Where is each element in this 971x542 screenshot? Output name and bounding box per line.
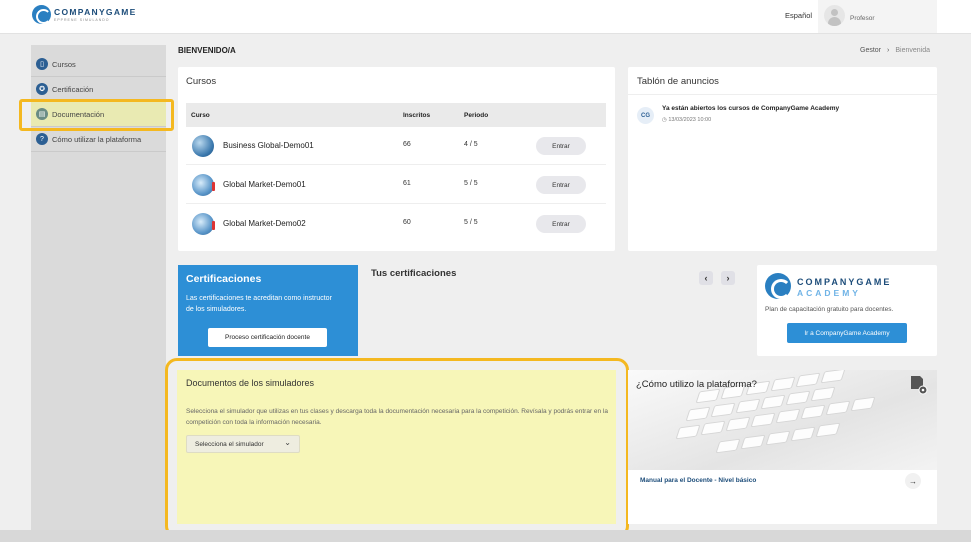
- course-name: Business Global-Demo01: [223, 141, 314, 150]
- my-certifications-title: Tus certificaciones: [371, 268, 457, 279]
- academy-subtitle: ACADEMY: [797, 288, 861, 298]
- column-curso: Curso: [191, 112, 210, 119]
- sidebar-item-label: Certificación: [52, 84, 94, 94]
- sidebar-item-label: Cómo utilizar la plataforma: [52, 134, 142, 144]
- course-name: Global Market-Demo01: [223, 180, 306, 189]
- column-inscritos: Inscritos: [403, 112, 431, 119]
- manual-link[interactable]: Manual para el Docente - Nivel básico: [640, 477, 756, 484]
- course-period: 4 / 5: [464, 141, 478, 148]
- breadcrumb-bienvenida: Bienvenida: [895, 47, 930, 54]
- announcement-date-text: 13/03/2023 10:00: [668, 117, 712, 123]
- certifications-title: Certificaciones: [186, 273, 262, 285]
- sidebar-item-cursos[interactable]: ▯ Cursos: [31, 52, 166, 77]
- academy-title: COMPANYGAME: [797, 277, 892, 287]
- enter-button[interactable]: Entrar: [536, 176, 586, 194]
- courses-table-header: Curso Inscritos Periodo: [186, 103, 606, 127]
- go-to-academy-button[interactable]: Ir a CompanyGame Academy: [787, 323, 907, 343]
- table-row: Global Market-Demo01 61 5 / 5 Entrar: [186, 166, 606, 204]
- announcement-avatar: CG: [637, 107, 654, 124]
- user-role: Profesor: [850, 15, 875, 22]
- logo-subtext: EPPRENE SIMULANDO: [54, 18, 110, 22]
- globe-icon: [192, 135, 214, 157]
- logo-icon: [32, 5, 51, 24]
- logo-text: COMPANYGAME: [54, 7, 137, 17]
- table-row: Global Market-Demo02 60 5 / 5 Entrar: [186, 205, 606, 243]
- howto-card: ¿Cómo utilizo la plataforma?: [628, 370, 937, 524]
- globe-icon: [192, 174, 215, 196]
- next-button[interactable]: ›: [721, 271, 735, 285]
- help-icon: ?: [36, 133, 48, 145]
- breadcrumb: Gestor › Bienvenida: [860, 47, 930, 54]
- arrow-right-icon[interactable]: →: [905, 473, 921, 489]
- course-enrolled: 60: [403, 219, 411, 226]
- footer-bar: [0, 530, 971, 542]
- highlight-sidebar-documentacion: [19, 99, 174, 131]
- sidebar-item-label: Cursos: [52, 59, 76, 69]
- announcement-title[interactable]: Ya están abiertos los cursos de CompanyG…: [662, 105, 839, 112]
- prev-button[interactable]: ‹: [699, 271, 713, 285]
- course-period: 5 / 5: [464, 180, 478, 187]
- course-enrolled: 66: [403, 141, 411, 148]
- announcements-title: Tablón de anuncios: [637, 76, 719, 87]
- certifications-description: Las certificaciones te acreditan como in…: [186, 295, 332, 313]
- course-name: Global Market-Demo02: [223, 219, 306, 228]
- academy-logo-icon: [765, 273, 791, 299]
- highlight-documents: [165, 358, 629, 538]
- company-logo[interactable]: COMPANYGAME EPPRENE SIMULANDO: [32, 5, 137, 24]
- certificate-icon: ✪: [36, 83, 48, 95]
- breadcrumb-gestor[interactable]: Gestor: [860, 47, 881, 54]
- course-period: 5 / 5: [464, 219, 478, 226]
- howto-title: ¿Cómo utilizo la plataforma?: [636, 379, 757, 390]
- announcement-date: ◷ 13/03/2023 10:00: [662, 117, 711, 123]
- table-row: Business Global-Demo01 66 4 / 5 Entrar: [186, 127, 606, 165]
- globe-icon: [192, 213, 215, 235]
- language-selector[interactable]: Español: [785, 11, 812, 20]
- divider: [628, 94, 937, 95]
- certification-process-button[interactable]: Proceso certificación docente: [208, 328, 327, 347]
- courses-title: Cursos: [186, 76, 217, 87]
- chevron-right-icon: ›: [887, 47, 890, 54]
- enter-button[interactable]: Entrar: [536, 137, 586, 155]
- document-settings-icon[interactable]: [910, 375, 928, 395]
- academy-description: Plan de capacitación gratuito para docen…: [765, 306, 894, 313]
- course-enrolled: 61: [403, 180, 411, 187]
- enter-button[interactable]: Entrar: [536, 215, 586, 233]
- page-title: BIENVENIDO/A: [178, 46, 236, 55]
- book-icon: ▯: [36, 58, 48, 70]
- column-periodo: Periodo: [464, 112, 489, 119]
- avatar[interactable]: [824, 5, 845, 26]
